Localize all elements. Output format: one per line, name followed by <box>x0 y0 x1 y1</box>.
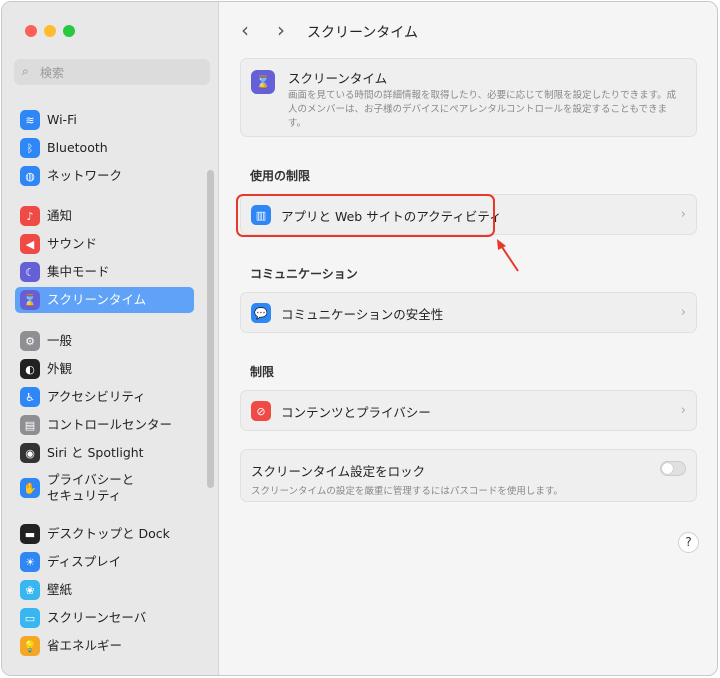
section-label: 使用の制限 <box>250 169 311 183</box>
sidebar-item-label: 集中モード <box>47 264 110 279</box>
sidebar-item[interactable]: ✋ プライバシーと セキュリティ <box>15 468 194 508</box>
globe-icon: ◍ <box>20 166 40 186</box>
search-placeholder: 検索 <box>40 66 65 80</box>
sidebar-item-label: プライバシーと セキュリティ <box>47 472 135 503</box>
row-label: コンテンツとプライバシー <box>281 404 431 420</box>
wallpaper-icon: ❀ <box>20 580 40 600</box>
sidebar-scrollbar[interactable] <box>207 170 214 488</box>
hourglass-icon: ⌛ <box>251 70 275 94</box>
speaker-icon: ◀ <box>20 234 40 254</box>
back-button[interactable]: ‹ <box>241 18 249 42</box>
arrow-annotation <box>497 239 519 272</box>
lock-subtitle: スクリーンタイムの設定を厳重に管理するにはパスコードを使用します。 <box>251 486 563 497</box>
sidebar-item[interactable]: ☀ ディスプレイ <box>15 549 194 575</box>
bell-icon: ♪ <box>20 206 40 226</box>
control-center-icon: ▤ <box>20 415 40 435</box>
help-button[interactable]: ? <box>678 532 699 553</box>
intro-description: 画面を見ている時間の詳細情報を取得したり、必要に応じて制限を設定したりできます。… <box>288 90 677 129</box>
sidebar-item[interactable]: ❀ 壁紙 <box>15 577 194 603</box>
lightbulb-icon: 💡 <box>20 636 40 656</box>
sidebar-item[interactable]: ♿ アクセシビリティ <box>15 384 194 410</box>
dock-icon: ▬ <box>20 524 40 544</box>
row-label: コミュニケーションの安全性 <box>281 306 444 322</box>
minimize-button[interactable] <box>44 25 56 37</box>
sidebar-item[interactable]: ≋ Wi-Fi <box>15 107 194 133</box>
accessibility-icon: ♿ <box>20 387 40 407</box>
sidebar-item-label: スクリーンセーバ <box>47 610 147 625</box>
sidebar-item[interactable]: ◐ 外観 <box>15 356 194 382</box>
sidebar-item-label: 一般 <box>47 333 73 348</box>
bluetooth-icon: ᛒ <box>20 138 40 158</box>
lock-settings-row: スクリーンタイム設定をロック スクリーンタイムの設定を厳重に管理するにはパスコー… <box>240 449 697 502</box>
sidebar-item-label: 外観 <box>47 361 73 376</box>
message-icon: 💬 <box>251 303 271 323</box>
siri-icon: ◉ <box>20 443 40 463</box>
main-pane: ‹ › スクリーンタイム ⌛ スクリーンタイム 画面を見ている時間の詳細情報を取… <box>219 2 717 675</box>
chevron-right-icon: › <box>680 207 686 222</box>
settings-row[interactable]: 💬 コミュニケーションの安全性 › <box>240 292 697 333</box>
sidebar-item[interactable]: ▤ コントロールセンター <box>15 412 194 438</box>
close-button[interactable] <box>25 25 37 37</box>
sidebar-item[interactable]: ⚙ 一般 <box>15 328 194 354</box>
sidebar-item-label: 省エネルギー <box>47 638 123 653</box>
forward-button[interactable]: › <box>277 18 285 42</box>
chevron-right-icon: › <box>680 403 686 418</box>
sidebar-item-label: コントロールセンター <box>47 417 173 432</box>
chevron-right-icon: › <box>680 305 686 320</box>
sidebar-item-label: Bluetooth <box>47 140 108 155</box>
gear-icon: ⚙ <box>20 331 40 351</box>
section-label: コミュニケーション <box>250 267 358 281</box>
intro-title: スクリーンタイム <box>288 71 388 86</box>
restriction-icon: ⊘ <box>251 401 271 421</box>
hand-icon: ✋ <box>20 478 40 498</box>
sidebar-item-label: サウンド <box>47 236 98 251</box>
sidebar-item[interactable]: ▭ スクリーンセーバ <box>15 605 194 631</box>
sidebar-item[interactable]: ᛒ Bluetooth <box>15 135 194 161</box>
intro-card: ⌛ スクリーンタイム 画面を見ている時間の詳細情報を取得したり、必要に応じて制限… <box>240 58 697 137</box>
lock-toggle[interactable] <box>660 461 686 476</box>
zoom-button[interactable] <box>63 25 75 37</box>
settings-row[interactable]: ⊘ コンテンツとプライバシー › <box>240 390 697 431</box>
settings-window: ⌕ 検索 ≋ Wi-Fi ᛒ Bluetooth ◍ ネットワーク ♪ 通知 ◀ サウンド ☾ 集中モー… <box>1 1 718 676</box>
sidebar-item[interactable]: ⌛ スクリーンタイム <box>15 287 194 313</box>
sidebar-item-label: Wi-Fi <box>47 112 77 127</box>
sidebar-item[interactable]: ♪ 通知 <box>15 203 194 229</box>
sidebar-item-label: スクリーンタイム <box>47 292 147 307</box>
sidebar-item-label: ディスプレイ <box>47 554 122 569</box>
sidebar-item[interactable]: ◍ ネットワーク <box>15 163 194 189</box>
sidebar-item-label: デスクトップと Dock <box>47 526 170 541</box>
sidebar-item[interactable]: 💡 省エネルギー <box>15 633 194 659</box>
sidebar-item-label: 壁紙 <box>47 582 73 597</box>
screensaver-icon: ▭ <box>20 608 40 628</box>
sidebar-item[interactable]: ▬ デスクトップと Dock <box>15 521 194 547</box>
sidebar-item-label: ネットワーク <box>47 168 123 183</box>
sidebar: ⌕ 検索 ≋ Wi-Fi ᛒ Bluetooth ◍ ネットワーク ♪ 通知 ◀ サウンド ☾ 集中モー… <box>2 2 219 675</box>
hourglass-icon: ⌛ <box>20 290 40 310</box>
sidebar-item-label: アクセシビリティ <box>47 389 146 404</box>
search-input[interactable]: ⌕ 検索 <box>14 59 210 85</box>
search-icon: ⌕ <box>22 64 29 78</box>
display-icon: ☀ <box>20 552 40 572</box>
appearance-icon: ◐ <box>20 359 40 379</box>
lock-title: スクリーンタイム設定をロック <box>251 464 426 479</box>
sidebar-item[interactable]: ◉ Siri と Spotlight <box>15 440 194 466</box>
highlight-annotation <box>236 194 495 237</box>
sidebar-item[interactable]: ◀ サウンド <box>15 231 194 257</box>
page-title: スクリーンタイム <box>307 25 419 41</box>
sidebar-item-label: Siri と Spotlight <box>47 445 144 460</box>
sidebar-item-label: 通知 <box>47 208 73 223</box>
sidebar-item[interactable]: ☾ 集中モード <box>15 259 194 285</box>
wifi-icon: ≋ <box>20 110 40 130</box>
moon-icon: ☾ <box>20 262 40 282</box>
section-label: 制限 <box>250 365 275 379</box>
